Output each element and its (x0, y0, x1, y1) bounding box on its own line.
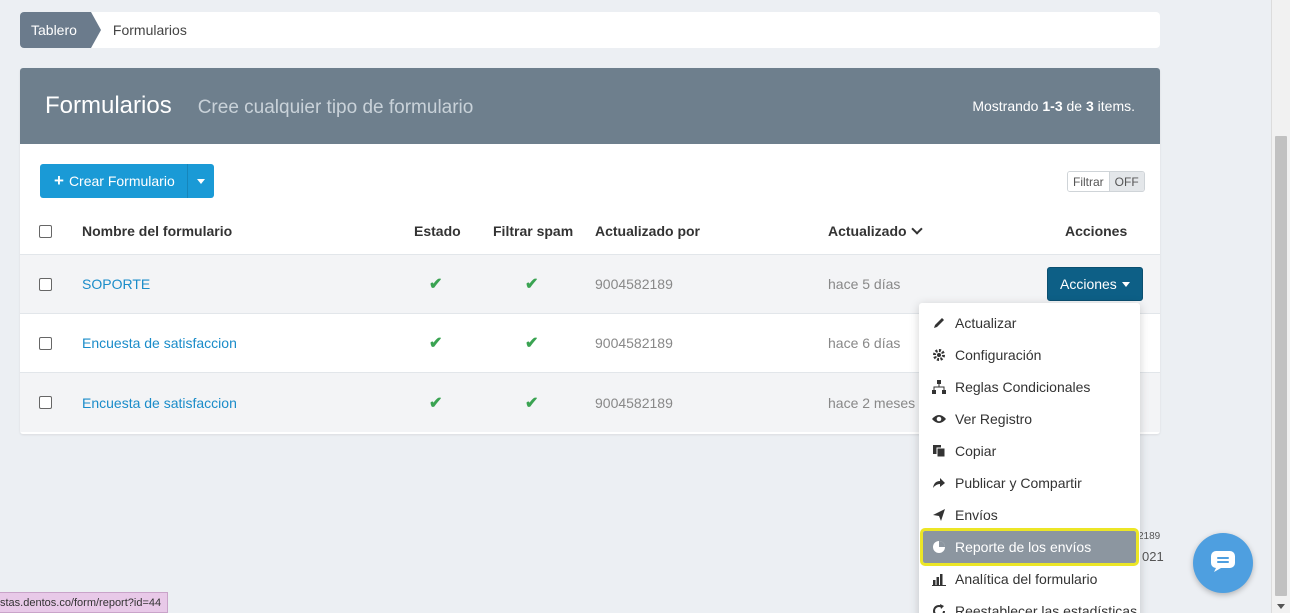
menu-item-view-log[interactable]: Ver Registro (919, 403, 1140, 435)
create-form-label: Crear Formulario (68, 173, 175, 189)
form-name-link[interactable]: SOPORTE (82, 255, 150, 313)
menu-item-reset-stats[interactable]: Reestablecer las estadísticas (919, 595, 1140, 613)
pie-chart-icon (931, 539, 947, 555)
scrollbar-thumb[interactable] (1275, 136, 1287, 596)
filter-toggle-label: Filtrar (1068, 172, 1109, 191)
chevron-down-icon (196, 178, 205, 184)
actions-dropdown-menu: Actualizar Configuración Reglas Condicio… (919, 303, 1140, 613)
spam-check-icon: ✔ (525, 394, 539, 412)
copy-icon (931, 443, 947, 459)
column-header-name[interactable]: Nombre del formulario (82, 208, 232, 254)
create-form-button[interactable]: + Crear Formulario (40, 164, 188, 198)
select-all-checkbox[interactable] (39, 224, 52, 238)
status-bar-url: stas.dentos.co/form/report?id=44 (0, 592, 169, 613)
actions-dropdown-button[interactable]: Acciones (1047, 267, 1143, 301)
row-checkbox[interactable] (39, 396, 52, 409)
menu-item-form-analytics[interactable]: Analítica del formulario (919, 563, 1140, 595)
eye-icon (931, 411, 947, 427)
column-header-actions: Acciones (1065, 223, 1128, 239)
page-subtitle: Cree cualquier tipo de formulario (197, 96, 474, 118)
filter-toggle-state: OFF (1108, 172, 1144, 191)
create-form-dropdown-toggle[interactable] (187, 164, 214, 198)
updated-at: hace 2 meses (828, 394, 916, 411)
send-icon (931, 507, 947, 523)
spam-check-icon: ✔ (525, 276, 539, 293)
status-check-icon: ✔ (429, 394, 443, 412)
updated-at: hace 5 días (828, 276, 901, 292)
breadcrumb-home-link[interactable]: Tablero (20, 12, 101, 48)
column-header-spam[interactable]: Filtrar spam (493, 208, 573, 254)
menu-item-copy[interactable]: Copiar (919, 435, 1140, 467)
spam-check-icon: ✔ (525, 335, 539, 352)
breadcrumb: Tablero Formularios (20, 12, 1160, 48)
form-name-link[interactable]: Encuesta de satisfaccion (82, 373, 237, 432)
pencil-icon (931, 315, 947, 331)
create-form-button-group: + Crear Formulario (40, 164, 214, 198)
actions-label: Acciones (1060, 276, 1117, 292)
table-header: Nombre del formulario Estado Filtrar spa… (20, 208, 1160, 255)
scroll-down-icon[interactable] (1277, 604, 1285, 609)
updated-by: 9004582189 (595, 394, 673, 411)
plus-icon: + (54, 171, 64, 190)
chat-icon (1210, 550, 1236, 577)
column-header-updated-by[interactable]: Actualizado por (595, 208, 700, 254)
bar-chart-icon (931, 571, 947, 587)
status-check-icon: ✔ (429, 335, 443, 352)
updated-by: 9004582189 (595, 335, 673, 351)
row-checkbox[interactable] (39, 336, 52, 350)
updated-by: 9004582189 (595, 276, 673, 292)
menu-item-publish-share[interactable]: Publicar y Compartir (919, 467, 1140, 499)
filter-toggle[interactable]: Filtrar OFF (1067, 171, 1145, 192)
menu-item-submissions-report[interactable]: Reporte de los envíos (920, 528, 1139, 566)
menu-item-update[interactable]: Actualizar (919, 307, 1140, 339)
column-header-status[interactable]: Estado (414, 208, 461, 254)
breadcrumb-current: Formularios (112, 22, 187, 38)
sort-desc-icon (910, 223, 923, 235)
page-title: Formularios (45, 92, 172, 119)
sitemap-icon (931, 379, 947, 395)
updated-at: hace 6 días (828, 335, 901, 351)
column-header-updated[interactable]: Actualizado (828, 208, 923, 254)
refresh-icon (931, 603, 947, 613)
footer-text: 2189 (1138, 531, 1161, 542)
row-checkbox[interactable] (39, 277, 52, 291)
items-count: Mostrando 1-3 de 3 items. (972, 98, 1135, 114)
menu-item-submissions[interactable]: Envíos (919, 499, 1140, 531)
menu-item-settings[interactable]: Configuración (919, 339, 1140, 371)
form-name-link[interactable]: Encuesta de satisfaccion (82, 314, 237, 372)
chevron-down-icon (1121, 281, 1130, 287)
share-icon (931, 475, 947, 491)
menu-item-conditional-rules[interactable]: Reglas Condicionales (919, 371, 1140, 403)
gear-icon (931, 347, 947, 363)
page-scrollbar[interactable] (1271, 0, 1290, 613)
card-header: Formularios Cree cualquier tipo de formu… (20, 68, 1160, 144)
chat-widget-button[interactable] (1193, 533, 1253, 593)
footer-year: 021 (1142, 549, 1164, 564)
status-check-icon: ✔ (429, 276, 443, 293)
